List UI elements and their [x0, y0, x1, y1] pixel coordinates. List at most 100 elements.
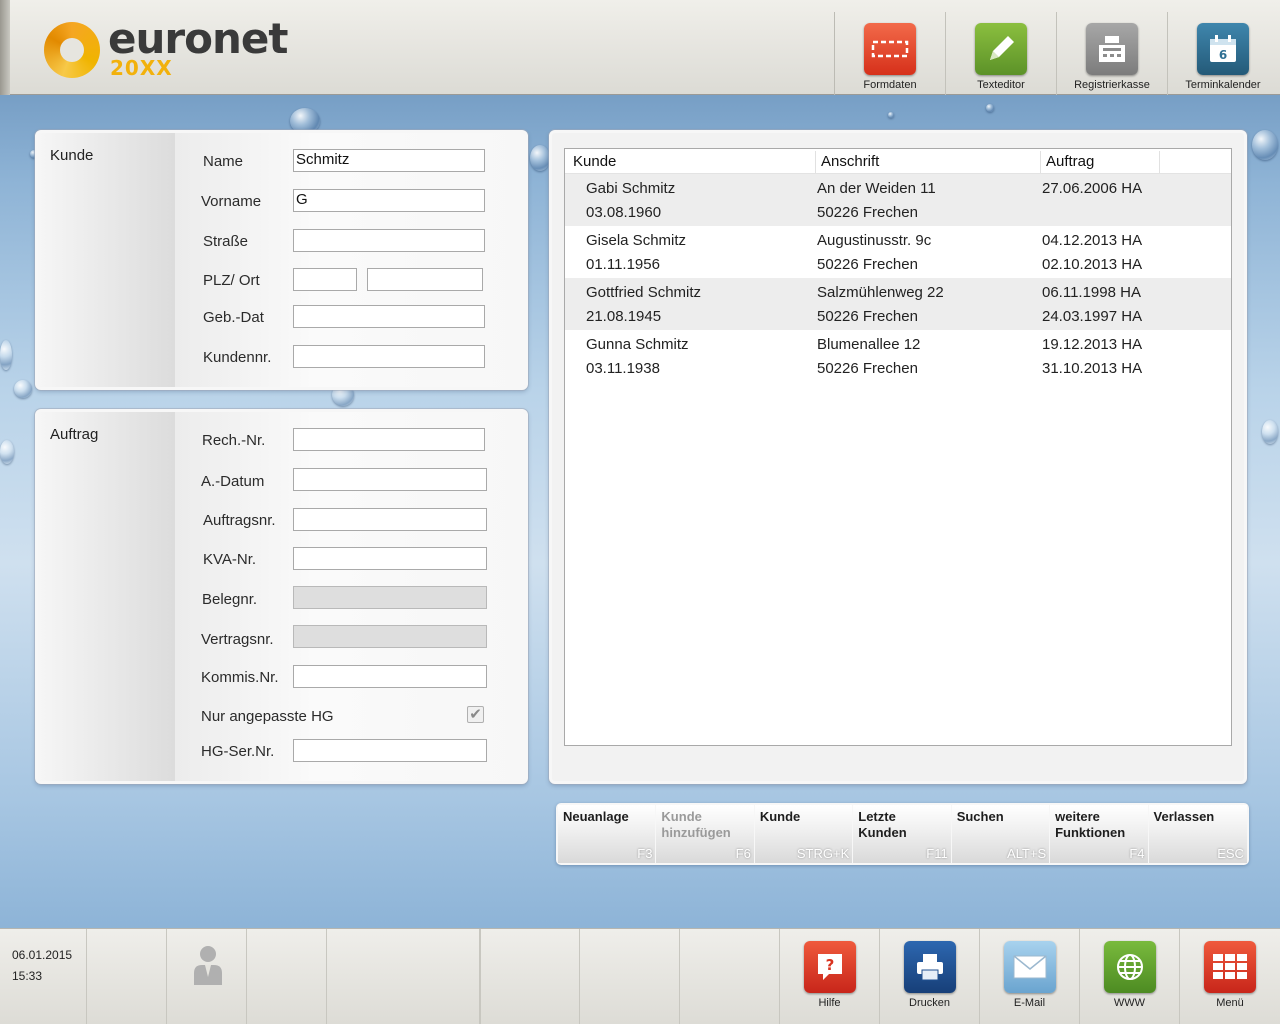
logo-ring-icon	[44, 22, 100, 78]
neuanlage-button[interactable]: Neuanlage F3	[558, 805, 657, 863]
column-header-auftrag[interactable]: Auftrag	[1046, 153, 1094, 170]
customer-name: Gisela Schmitz	[586, 232, 687, 249]
water-drop	[530, 145, 550, 171]
button-label: Letzte	[858, 809, 896, 824]
formdaten-button[interactable]: Formdaten	[834, 12, 945, 95]
menu-button[interactable]: Menü	[1179, 929, 1280, 1024]
water-drop	[14, 380, 32, 398]
adatum-label: A.-Datum	[201, 473, 265, 490]
order-date: 02.10.2013 HA	[1042, 256, 1143, 273]
strasse-field[interactable]	[293, 229, 485, 252]
top-action-buttons: Formdaten Texteditor Registrierkasse 6 T…	[834, 12, 1278, 95]
customer-street: Blumenallee 12	[817, 336, 921, 353]
menu-label: Menü	[1216, 997, 1244, 1009]
order-date: 04.12.2013 HA	[1042, 232, 1143, 249]
hilfe-button[interactable]: ? Hilfe	[779, 929, 879, 1024]
button-label: hinzufügen	[661, 825, 731, 840]
water-drop	[1252, 130, 1278, 160]
table-row[interactable]: Gottfried Schmitz 21.08.1945 Salzmühlenw…	[565, 278, 1231, 330]
cash-register-icon	[1086, 23, 1138, 75]
letzte-kunden-button[interactable]: Letzte Kunden F11	[853, 805, 952, 863]
customer-street: Augustinusstr. 9c	[817, 232, 932, 249]
column-divider	[815, 151, 816, 173]
water-drop	[986, 104, 994, 112]
vorname-field[interactable]: G	[293, 189, 485, 212]
strasse-label: Straße	[203, 233, 249, 250]
belegnr-field	[293, 586, 487, 609]
kvanr-field[interactable]	[293, 547, 487, 570]
calendar-icon: 6	[1197, 23, 1249, 75]
www-button[interactable]: WWW	[1079, 929, 1179, 1024]
auftragsnr-field[interactable]	[293, 508, 487, 531]
kvanr-label: KVA-Nr.	[203, 551, 257, 568]
svg-text:?: ?	[826, 956, 835, 974]
auftrag-panel-title: Auftrag	[50, 426, 99, 443]
menu-grid-icon	[1204, 941, 1256, 993]
gebdat-field[interactable]	[293, 305, 485, 328]
adatum-field[interactable]	[293, 468, 487, 491]
table-row[interactable]: Gisela Schmitz 01.11.1956 Augustinusstr.…	[565, 226, 1231, 278]
order-date: 24.03.1997 HA	[1042, 308, 1143, 325]
shortcut-hint: F4	[1129, 846, 1145, 861]
kundennr-field[interactable]	[293, 345, 485, 368]
verlassen-button[interactable]: Verlassen ESC	[1148, 805, 1247, 863]
customer-city: 50226 Frechen	[817, 204, 918, 221]
column-header-anschrift[interactable]: Anschrift	[821, 153, 879, 170]
logo-version: 20XX	[110, 56, 173, 80]
email-button[interactable]: E-Mail	[979, 929, 1079, 1024]
auftragsnr-label: Auftragsnr.	[203, 512, 276, 529]
water-drop	[0, 340, 12, 370]
kommisnr-field[interactable]	[293, 665, 487, 688]
hgsernr-field[interactable]	[293, 739, 487, 762]
table-row[interactable]: Gabi Schmitz 03.08.1960 An der Weiden 11…	[565, 174, 1231, 226]
terminkalender-label: Terminkalender	[1185, 79, 1261, 91]
customer-city: 50226 Frechen	[817, 360, 918, 377]
order-date: 06.11.1998 HA	[1042, 284, 1141, 301]
column-header-kunde[interactable]: Kunde	[573, 153, 616, 170]
empty-button-slot	[679, 929, 779, 1024]
kunde-button[interactable]: Kunde STRG+K	[754, 805, 854, 863]
function-button-bar: Neuanlage F3 Kunde hinzufügen F6 Kunde ST…	[556, 803, 1249, 865]
plz-field[interactable]	[293, 268, 357, 291]
ort-field[interactable]	[367, 268, 483, 291]
registrierkasse-button[interactable]: Registrierkasse	[1056, 12, 1167, 95]
terminkalender-button[interactable]: 6 Terminkalender	[1167, 12, 1278, 95]
order-date: 19.12.2013 HA	[1042, 336, 1143, 353]
texteditor-button[interactable]: Texteditor	[945, 12, 1056, 95]
window-edge	[0, 0, 10, 95]
weitere-funktionen-button[interactable]: weitere Funktionen F4	[1050, 805, 1149, 863]
button-label: Suchen	[956, 809, 1004, 824]
customer-birthdate: 03.08.1960	[586, 204, 662, 221]
customer-birthdate: 03.11.1938	[586, 360, 660, 377]
vertragsnr-field	[293, 625, 487, 648]
kommisnr-label: Kommis.Nr.	[201, 669, 279, 686]
table-row[interactable]: Gunna Schmitz 03.11.1938 Blumenallee 12 …	[565, 330, 1231, 382]
water-drop	[1262, 420, 1278, 444]
status-time: 15:33	[12, 969, 43, 983]
shortcut-hint: ALT+S	[1006, 846, 1047, 861]
nur-angepasste-hg-checkbox[interactable]: ✔	[467, 706, 484, 723]
results-table[interactable]: Kunde Anschrift Auftrag Gabi Schmitz 03.…	[564, 148, 1232, 746]
customer-street: An der Weiden 11	[817, 180, 936, 197]
suchen-button[interactable]: Suchen ALT+S	[951, 805, 1051, 863]
hilfe-label: Hilfe	[818, 997, 841, 1009]
globe-icon	[1104, 941, 1156, 993]
drucken-button[interactable]: Drucken	[879, 929, 979, 1024]
empty-segment	[480, 929, 580, 1024]
euronet-logo: euronet 20XX	[44, 14, 304, 80]
mail-icon	[1004, 941, 1056, 993]
water-drop	[888, 112, 894, 118]
customer-birthdate: 21.08.1945	[586, 308, 662, 325]
button-label: Funktionen	[1055, 825, 1126, 840]
status-date: 06.01.2015	[12, 948, 73, 962]
rechnr-field[interactable]	[293, 428, 485, 451]
name-field[interactable]: Schmitz	[293, 149, 485, 172]
user-segment[interactable]	[167, 929, 247, 1024]
name-label: Name	[203, 153, 244, 170]
empty-segment	[87, 929, 167, 1024]
customer-name: Gunna Schmitz	[586, 336, 689, 353]
vorname-label: Vorname	[201, 193, 262, 210]
customer-city: 50226 Frechen	[817, 308, 918, 325]
printer-icon	[904, 941, 956, 993]
button-label: Kunden	[858, 825, 907, 840]
